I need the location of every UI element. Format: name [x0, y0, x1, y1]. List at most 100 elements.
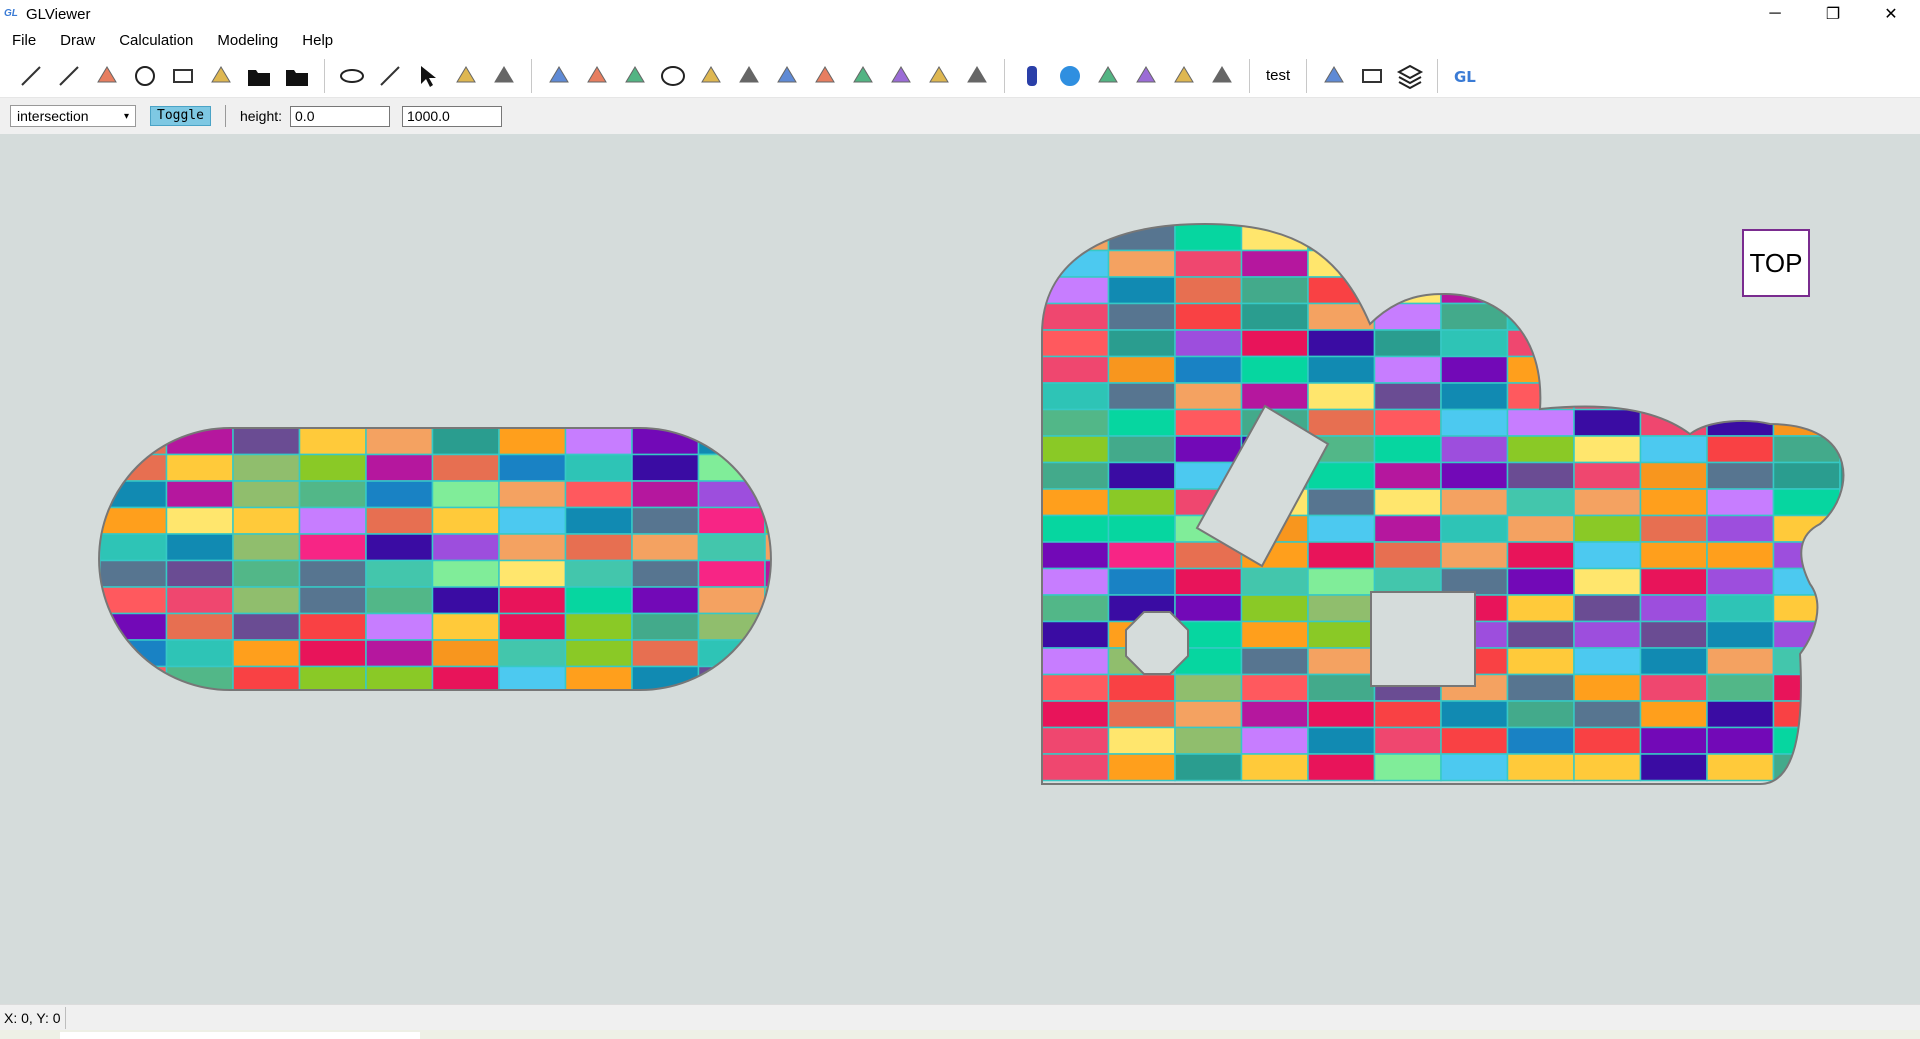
circle-button[interactable] [127, 58, 163, 94]
mesh-tile [1839, 673, 1844, 702]
mesh-tile [764, 428, 771, 456]
title-bar: GL GLViewer ─ ❐ ✕ [0, 0, 1920, 28]
mesh-tile [1706, 567, 1775, 596]
boolean-subtract-button[interactable] [807, 58, 843, 94]
mesh-tile [99, 639, 168, 668]
mesh-tile [365, 612, 434, 641]
cake-button[interactable] [731, 58, 767, 94]
maximize-button[interactable]: ❐ [1804, 0, 1862, 28]
menu-modeling[interactable]: Modeling [205, 28, 290, 54]
mesh-tile [1639, 224, 1708, 252]
solid-button[interactable] [1128, 58, 1164, 94]
texture-button[interactable] [921, 58, 957, 94]
mesh-tile [1042, 355, 1110, 384]
mesh-tile [498, 480, 567, 509]
gl-viewport[interactable]: TOP [0, 134, 1920, 1004]
view-orientation-label[interactable]: TOP [1742, 229, 1810, 297]
mesh-tile [1042, 488, 1110, 517]
mesh-tile [898, 561, 965, 588]
brush-button[interactable] [959, 58, 995, 94]
mesh-tile [697, 612, 766, 641]
mesh-tile [1506, 700, 1575, 729]
menu-file[interactable]: File [0, 28, 48, 54]
mesh-tile [1042, 673, 1110, 702]
ellipse-button[interactable] [655, 58, 691, 94]
pointer-button[interactable] [410, 58, 446, 94]
mesh-tile [965, 455, 1032, 482]
eye-outline-button[interactable] [372, 58, 408, 94]
scene-canvas[interactable] [0, 134, 1920, 1004]
mesh-tile [1706, 514, 1775, 543]
mesh-tile [965, 534, 1032, 561]
status-bar: X: 0, Y: 0 [0, 1004, 1920, 1030]
mesh-tile [1107, 514, 1176, 543]
mesh-tile [1839, 514, 1844, 543]
mesh-tile [365, 586, 434, 615]
gl-logo-button[interactable]: GL [1447, 58, 1483, 94]
boolean-union-button[interactable] [769, 58, 805, 94]
minimize-button[interactable]: ─ [1746, 0, 1804, 28]
rectangle-button[interactable] [165, 58, 201, 94]
mesh-tile [631, 506, 700, 535]
mesh-tile [1373, 461, 1442, 490]
polyline-button[interactable] [51, 58, 87, 94]
mesh-tile [832, 508, 899, 535]
close-button[interactable]: ✕ [1862, 0, 1920, 28]
mesh-tile [1042, 329, 1110, 358]
mesh-tile [99, 506, 168, 535]
arc-button[interactable] [89, 58, 125, 94]
trash-button[interactable] [486, 58, 522, 94]
line-button[interactable] [13, 58, 49, 94]
emoji-button[interactable] [203, 58, 239, 94]
mesh-tile [1573, 329, 1642, 358]
mesh-tile [1307, 276, 1376, 305]
mesh-tile [1639, 753, 1708, 782]
menu-help[interactable]: Help [290, 28, 345, 54]
texture-icon [929, 65, 949, 82]
mesh-tile [1639, 594, 1708, 623]
mesh-tile [1573, 435, 1642, 464]
layers-button[interactable] [1392, 58, 1428, 94]
mesh-tile [697, 480, 766, 509]
mesh-tile [1506, 249, 1575, 278]
layer-copy-button[interactable] [448, 58, 484, 94]
boolean-xor-button[interactable] [883, 58, 919, 94]
work-plane-button[interactable] [1316, 58, 1352, 94]
open-folder-button[interactable] [241, 58, 277, 94]
menu-calculation[interactable]: Calculation [107, 28, 205, 54]
mode-select[interactable]: intersection ▾ [10, 105, 136, 127]
save-button[interactable] [279, 58, 315, 94]
trash-icon [494, 65, 514, 82]
shape-fill-button[interactable] [541, 58, 577, 94]
sphere-button[interactable] [1052, 58, 1088, 94]
mesh-tile [1174, 700, 1243, 729]
cylinder-button[interactable] [1014, 58, 1050, 94]
mesh-tile [1373, 753, 1442, 782]
texture-solid-button[interactable] [1204, 58, 1240, 94]
polygon-button[interactable] [617, 58, 653, 94]
menu-draw[interactable]: Draw [48, 28, 107, 54]
cloud-shape-button[interactable] [693, 58, 729, 94]
cube-button[interactable] [1354, 58, 1390, 94]
mesh-tile [498, 559, 567, 588]
solid-cut-button[interactable] [1166, 58, 1202, 94]
test-button[interactable]: test [1258, 58, 1298, 94]
mesh-tile [1772, 753, 1841, 782]
mesh-tile [431, 586, 500, 615]
triangle-mesh-button[interactable] [579, 58, 615, 94]
eye-button[interactable] [334, 58, 370, 94]
mesh-tile [1440, 700, 1509, 729]
mesh-tile [832, 455, 899, 482]
mesh-tile [1174, 382, 1243, 411]
extrude-button[interactable] [1090, 58, 1126, 94]
toggle-button[interactable]: Toggle [150, 106, 211, 126]
mesh-tile [1573, 594, 1642, 623]
boolean-intersect-button[interactable] [845, 58, 881, 94]
mesh-tile [1174, 276, 1243, 305]
height-min-input[interactable] [290, 105, 391, 127]
mesh-tile [1174, 753, 1243, 782]
height-max-input[interactable] [402, 105, 503, 127]
mesh-tile [1907, 728, 1920, 755]
mesh-tile [965, 667, 1032, 694]
mesh-tile [1107, 224, 1176, 252]
